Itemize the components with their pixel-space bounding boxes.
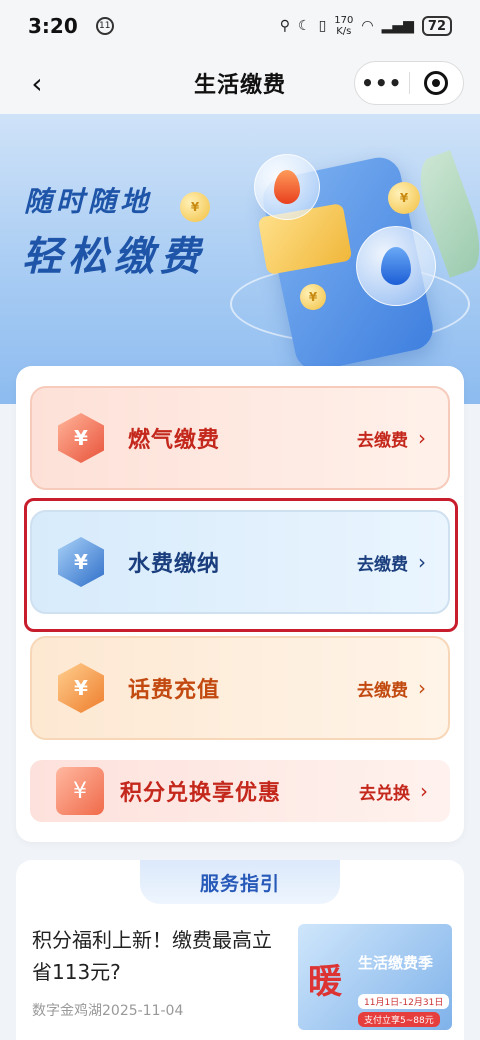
banner-slogan-line1: 随时随地 [24, 185, 153, 218]
signal-icon: ▂▄▆ [381, 18, 414, 34]
service-gas-payment[interactable]: ¥ 燃气缴费 去缴费 › [30, 386, 450, 490]
status-icons: ⚲ ☾ ▯ 170 K/s ◠ ▂▄▆ 72 [280, 15, 452, 37]
phone-recharge-icon: ¥ [58, 663, 104, 713]
chevron-right-icon: › [420, 779, 428, 803]
thumb-title: 生活缴费季 [358, 954, 434, 972]
flame-bubble-icon [254, 154, 320, 220]
more-dots-icon[interactable]: ••• [355, 71, 409, 95]
article-title: 积分福利上新！缴费最高立省113元? [32, 928, 272, 984]
chevron-right-icon: › [418, 676, 426, 700]
chevron-left-icon[interactable]: ‹ [20, 66, 54, 100]
article-source-date: 数字金鸡湖2025-11-04 [32, 1003, 184, 1019]
net-speed-unit: K/s [336, 26, 352, 37]
status-time: 3:20 [28, 14, 78, 38]
service-phone-recharge[interactable]: ¥ 话费充值 去缴费 › [30, 636, 450, 740]
service-name: 积分兑换享优惠 [120, 781, 282, 806]
coin-icon: ¥ [388, 182, 420, 214]
mini-program-capsule: ••• [354, 61, 464, 105]
go-pay-button[interactable]: 去缴费 › [357, 426, 426, 451]
notification-badge-icon: 11 [95, 17, 114, 35]
thumb-big-char: 暖 [308, 962, 342, 1002]
services-card: ¥ 燃气缴费 去缴费 › ¥ 水费缴纳 去缴费 › ¥ 话费充值 去缴费 › ¥ 积分… [16, 366, 464, 842]
article-thumbnail: 暖 生活缴费季 11月1日-12月31日 支付立享5~88元 [298, 924, 452, 1030]
location-icon: ⚲ [279, 18, 290, 34]
banner-slogan-line2: 轻松缴费 [22, 233, 206, 280]
wifi-icon: ◠ [361, 18, 374, 34]
coin-icon: ¥ [300, 284, 326, 310]
service-name: 水费缴纳 [128, 552, 221, 577]
service-name: 话费充值 [128, 678, 221, 703]
go-pay-button[interactable]: 去缴费 › [357, 550, 426, 575]
flame-icon: ¥ [58, 413, 104, 463]
gift-coins-icon: ¥ [56, 767, 104, 815]
water-drop-icon: ¥ [58, 537, 104, 587]
service-water-payment[interactable]: ¥ 水费缴纳 去缴费 › [30, 510, 450, 614]
thumb-offer-bar: 支付立享5~88元 [358, 1012, 440, 1027]
moon-icon: ☾ [298, 18, 311, 34]
guide-header: 服务指引 [140, 860, 340, 904]
water-bubble-icon [356, 226, 436, 306]
thumb-date-pill: 11月1日-12月31日 [358, 994, 450, 1009]
chevron-right-icon: › [418, 426, 426, 450]
service-name: 燃气缴费 [128, 428, 221, 453]
coin-icon: ¥ [180, 192, 210, 222]
battery-indicator: 72 [421, 16, 452, 36]
net-speed: 170 K/s [334, 15, 353, 37]
chevron-right-icon: › [418, 550, 426, 574]
service-guide-card: 服务指引 积分福利上新！缴费最高立省113元? 数字金鸡湖2025-11-04 … [16, 860, 464, 1040]
nav-bar: ‹ 生活缴费 ••• [0, 52, 480, 114]
vibrate-icon: ▯ [318, 18, 327, 34]
go-pay-button[interactable]: 去缴费 › [357, 676, 426, 701]
service-points-exchange[interactable]: ¥ 积分兑换享优惠 去兑换 › [30, 760, 450, 822]
status-bar: 3:20 11 ⚲ ☾ ▯ 170 K/s ◠ ▂▄▆ 72 [0, 0, 480, 52]
page-title: 生活缴费 [193, 73, 286, 98]
article-text: 积分福利上新！缴费最高立省113元? 数字金鸡湖2025-11-04 [32, 924, 282, 1030]
net-speed-value: 170 [334, 15, 354, 26]
guide-article[interactable]: 积分福利上新！缴费最高立省113元? 数字金鸡湖2025-11-04 暖 生活缴… [32, 924, 452, 1030]
go-exchange-button[interactable]: 去兑换 › [359, 779, 428, 804]
target-close-icon[interactable] [409, 71, 463, 95]
promo-banner: ¥ ¥ ¥ 随时随地 轻松缴费 [0, 114, 480, 404]
guide-title: 服务指引 [199, 872, 280, 895]
